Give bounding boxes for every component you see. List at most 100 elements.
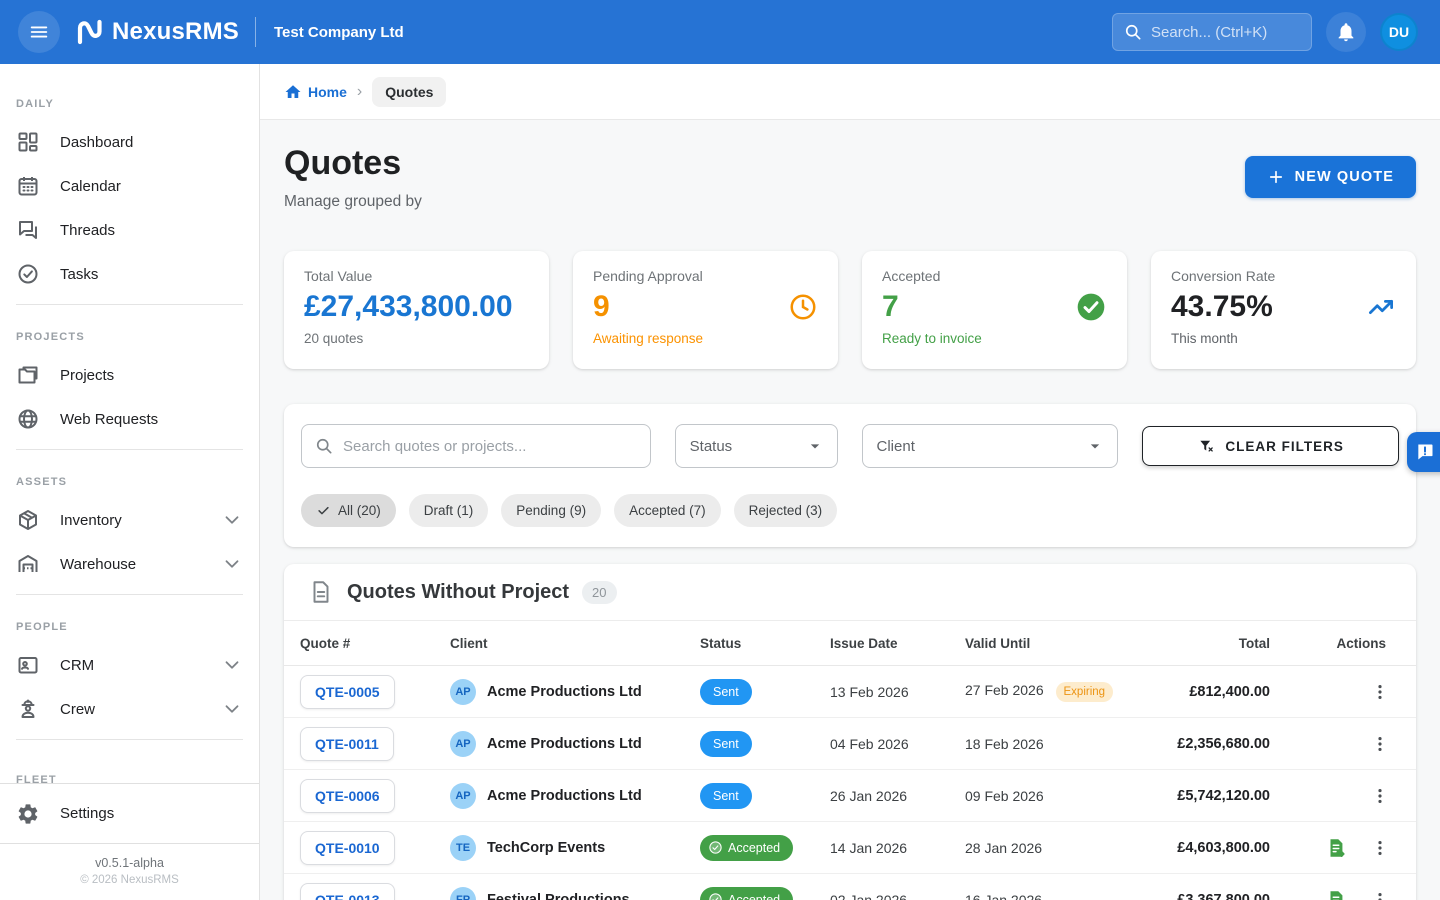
global-search[interactable] bbox=[1112, 13, 1312, 51]
table-body: QTE-0005 AP Acme Productions Ltd Sent 13… bbox=[284, 666, 1416, 900]
chevron-down-icon bbox=[221, 509, 243, 531]
quote-number-link[interactable]: QTE-0013 bbox=[300, 883, 395, 900]
sidebar-item-inventory[interactable]: Inventory bbox=[0, 498, 259, 542]
sidebar-footer: v0.5.1-alpha © 2026 NexusRMS bbox=[0, 843, 259, 900]
sidebar-divider bbox=[16, 449, 243, 450]
status-badge: Accepted bbox=[700, 887, 793, 900]
stat-label: Pending Approval bbox=[593, 268, 818, 284]
status-badge: Sent bbox=[700, 731, 752, 757]
crm-icon bbox=[16, 653, 40, 677]
quote-search-field[interactable] bbox=[301, 424, 651, 468]
clear-filters-button[interactable]: CLEAR FILTERS bbox=[1142, 426, 1399, 466]
sidebar-item-dashboard[interactable]: Dashboard bbox=[0, 120, 259, 164]
calendar-icon bbox=[16, 174, 40, 198]
sidebar-item-warehouse[interactable]: Warehouse bbox=[0, 542, 259, 586]
section-label-people: PEOPLE bbox=[0, 603, 259, 643]
breadcrumb: Home › Quotes bbox=[260, 64, 1440, 120]
filter-chip[interactable]: Accepted (7) bbox=[614, 494, 721, 527]
main-content: Home › Quotes Quotes Manage grouped by N… bbox=[260, 64, 1440, 900]
gear-icon bbox=[16, 802, 40, 826]
quote-number-link[interactable]: QTE-0010 bbox=[300, 831, 395, 865]
feedback-chat-icon bbox=[1415, 442, 1435, 462]
stat-value: £27,433,800.00 bbox=[304, 290, 513, 324]
filter-chip[interactable]: Pending (9) bbox=[501, 494, 601, 527]
sidebar-item-threads[interactable]: Threads bbox=[0, 208, 259, 252]
filter-chip[interactable]: Rejected (3) bbox=[734, 494, 838, 527]
sidebar-item-crew[interactable]: Crew bbox=[0, 687, 259, 731]
valid-until-date: 18 Feb 2026 bbox=[965, 736, 1044, 752]
sidebar: DAILY Dashboard Calendar Threads Tasks P… bbox=[0, 64, 260, 900]
sidebar-item-calendar[interactable]: Calendar bbox=[0, 164, 259, 208]
notifications-button[interactable] bbox=[1326, 12, 1366, 52]
column-header-quote: Quote # bbox=[300, 636, 450, 651]
sidebar-divider bbox=[16, 739, 243, 740]
check-circle-icon bbox=[708, 840, 723, 855]
stat-card: Total Value £27,433,800.00 20 quotes bbox=[284, 251, 549, 369]
column-header-valid-until: Valid Until bbox=[965, 636, 1160, 651]
status-badge: Sent bbox=[700, 679, 752, 705]
sidebar-item-settings[interactable]: Settings bbox=[0, 783, 259, 843]
kebab-menu-icon bbox=[1370, 838, 1390, 858]
row-menu-button[interactable] bbox=[1360, 880, 1400, 900]
dropdown-arrow-icon bbox=[1085, 436, 1105, 456]
sidebar-nav: DAILY Dashboard Calendar Threads Tasks P… bbox=[0, 64, 259, 783]
section-label-fleet: FLEET bbox=[0, 748, 259, 783]
quote-number-link[interactable]: QTE-0006 bbox=[300, 779, 395, 813]
inventory-icon bbox=[16, 508, 40, 532]
stat-subtext: This month bbox=[1171, 331, 1396, 346]
sidebar-divider bbox=[16, 304, 243, 305]
company-name: Test Company Ltd bbox=[274, 24, 404, 41]
row-menu-button[interactable] bbox=[1360, 828, 1400, 868]
menu-button[interactable] bbox=[18, 11, 60, 53]
sidebar-item-web-requests[interactable]: Web Requests bbox=[0, 397, 259, 441]
row-menu-button[interactable] bbox=[1360, 724, 1400, 764]
status-select[interactable]: Status bbox=[675, 424, 838, 468]
section-label-projects: PROJECTS bbox=[0, 313, 259, 353]
breadcrumb-home-link[interactable]: Home bbox=[284, 83, 347, 101]
issue-date: 02 Jan 2026 bbox=[830, 892, 965, 900]
stat-value: 9 bbox=[593, 290, 610, 324]
appbar-divider bbox=[255, 17, 256, 47]
quote-search-input[interactable] bbox=[343, 438, 638, 455]
create-invoice-button[interactable] bbox=[1316, 880, 1356, 900]
row-menu-button[interactable] bbox=[1360, 776, 1400, 816]
stat-card: Pending Approval 9 Awaiting response bbox=[573, 251, 838, 369]
create-invoice-button[interactable] bbox=[1316, 828, 1356, 868]
column-header-issue-date: Issue Date bbox=[830, 636, 965, 651]
feedback-button[interactable] bbox=[1407, 432, 1440, 472]
issue-date: 13 Feb 2026 bbox=[830, 684, 965, 700]
total-amount: £2,356,680.00 bbox=[1160, 736, 1270, 752]
chevron-down-icon bbox=[221, 654, 243, 676]
sidebar-item-projects[interactable]: Projects bbox=[0, 353, 259, 397]
check-circle-icon bbox=[1075, 291, 1107, 323]
sidebar-item-crm[interactable]: CRM bbox=[0, 643, 259, 687]
hamburger-icon bbox=[28, 21, 50, 43]
sidebar-item-tasks[interactable]: Tasks bbox=[0, 252, 259, 296]
total-amount: £812,400.00 bbox=[1160, 684, 1270, 700]
filter-chip[interactable]: All (20) bbox=[301, 494, 396, 527]
stat-value: 7 bbox=[882, 290, 899, 324]
client-name: Acme Productions Ltd bbox=[487, 684, 642, 700]
global-search-input[interactable] bbox=[1151, 24, 1301, 41]
client-select[interactable]: Client bbox=[862, 424, 1119, 468]
new-quote-button[interactable]: NEW QUOTE bbox=[1245, 156, 1416, 198]
app-bar: NexusRMS Test Company Ltd DU bbox=[0, 0, 1440, 64]
status-badge: Accepted bbox=[700, 835, 793, 861]
quote-number-link[interactable]: QTE-0005 bbox=[300, 675, 395, 709]
filter-chip[interactable]: Draft (1) bbox=[409, 494, 489, 527]
stat-value: 43.75% bbox=[1171, 290, 1273, 324]
search-icon bbox=[314, 436, 334, 456]
bell-icon bbox=[1335, 21, 1357, 43]
user-avatar[interactable]: DU bbox=[1380, 13, 1418, 51]
stat-subtext: 20 quotes bbox=[304, 331, 529, 346]
search-icon bbox=[1123, 22, 1143, 42]
page-subtitle: Manage grouped by bbox=[284, 193, 422, 211]
clock-icon bbox=[788, 292, 818, 322]
client-avatar: AP bbox=[450, 731, 476, 757]
quote-number-link[interactable]: QTE-0011 bbox=[300, 727, 394, 761]
row-menu-button[interactable] bbox=[1360, 672, 1400, 712]
filter-clear-icon bbox=[1197, 437, 1215, 455]
crew-icon bbox=[16, 697, 40, 721]
client-avatar: FP bbox=[450, 887, 476, 900]
client-name: TechCorp Events bbox=[487, 840, 605, 856]
